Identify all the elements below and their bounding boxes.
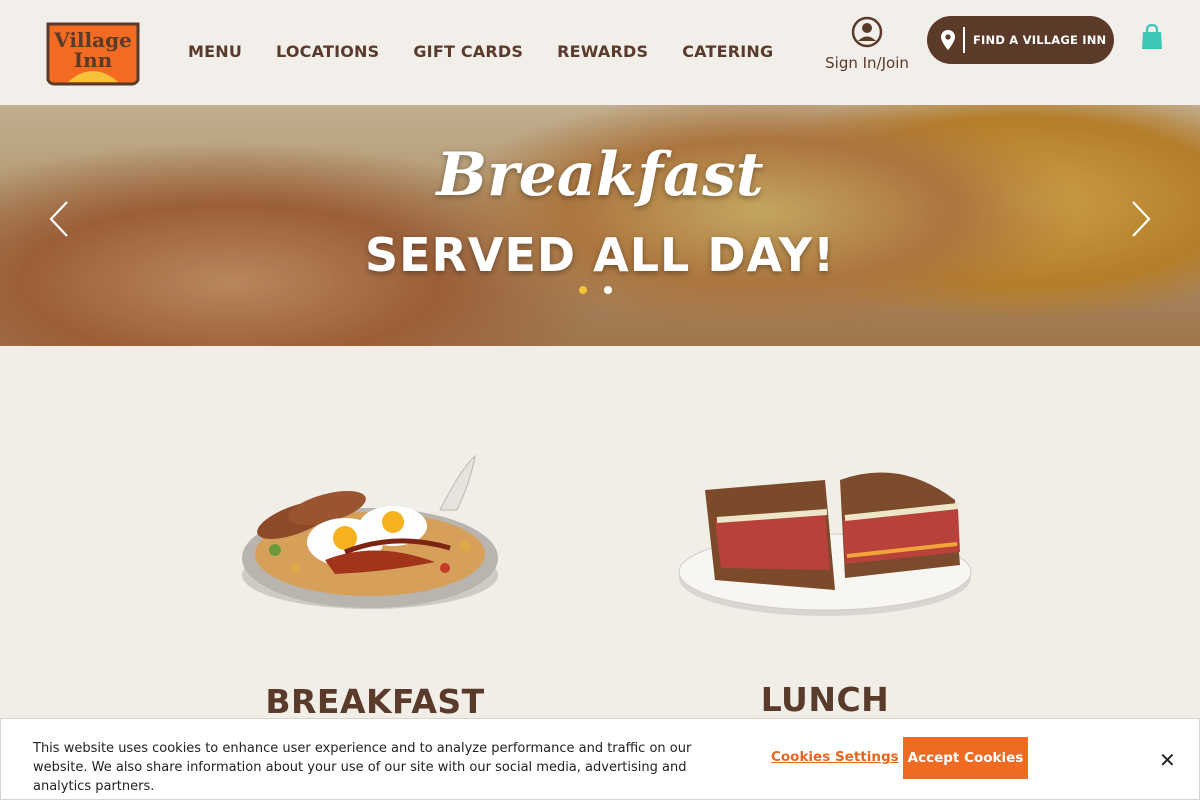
nav-item-menu[interactable]: MENU <box>188 42 242 61</box>
carousel-dot-1[interactable] <box>579 286 587 294</box>
site-header: Village Inn MENU LOCATIONS GIFT CARDS RE… <box>0 0 1200 105</box>
carousel-dots <box>579 286 612 294</box>
find-location-label: FIND A VILLAGE INN <box>973 33 1107 47</box>
nav-item-locations[interactable]: LOCATIONS <box>276 42 379 61</box>
shopping-bag-icon[interactable] <box>1141 24 1163 50</box>
chevron-left-icon[interactable] <box>48 200 70 238</box>
find-location-button[interactable]: FIND A VILLAGE INN <box>927 16 1114 64</box>
nav-item-rewards[interactable]: REWARDS <box>557 42 648 61</box>
cookie-banner: This website uses cookies to enhance use… <box>0 718 1200 800</box>
category-title-breakfast: BREAKFAST <box>265 682 485 721</box>
hero-script-text: Breakfast <box>436 140 764 210</box>
user-circle-icon <box>851 16 883 48</box>
cookie-notice-text: This website uses cookies to enhance use… <box>33 741 692 794</box>
category-breakfast[interactable]: BREAKFAST <box>235 450 515 721</box>
sign-in-link[interactable]: Sign In/Join <box>818 16 916 72</box>
hero-overlay <box>0 82 1200 346</box>
close-icon[interactable]: ✕ <box>1159 748 1176 772</box>
cookies-settings-link[interactable]: Cookies Settings <box>771 749 899 765</box>
map-pin-icon <box>941 30 955 50</box>
hero-headline: SERVED ALL DAY! <box>364 228 836 282</box>
svg-text:Inn: Inn <box>74 48 113 72</box>
accept-cookies-button[interactable]: Accept Cookies <box>903 737 1028 779</box>
village-inn-logo[interactable]: Village Inn <box>44 20 142 86</box>
skillet-breakfast-image <box>242 454 498 609</box>
hero-carousel: Breakfast SERVED ALL DAY! <box>0 82 1200 346</box>
sign-in-label: Sign In/Join <box>825 54 909 72</box>
nav-item-catering[interactable]: CATERING <box>682 42 773 61</box>
reuben-sandwich-image <box>678 472 972 616</box>
button-divider <box>963 27 965 53</box>
chevron-right-icon[interactable] <box>1130 200 1152 238</box>
category-lunch[interactable]: LUNCH <box>675 460 975 719</box>
category-title-lunch: LUNCH <box>760 680 890 719</box>
main-nav: MENU LOCATIONS GIFT CARDS REWARDS CATERI… <box>188 42 773 61</box>
nav-item-gift-cards[interactable]: GIFT CARDS <box>413 42 523 61</box>
carousel-dot-2[interactable] <box>604 286 612 294</box>
